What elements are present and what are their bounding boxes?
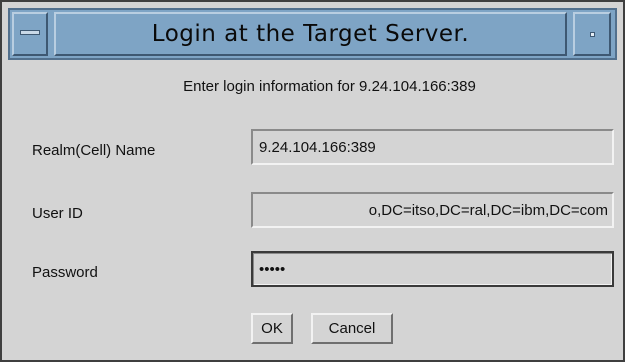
login-prompt: Enter login information for 9.24.104.166… bbox=[183, 78, 476, 95]
window-menu-icon bbox=[20, 30, 40, 35]
ok-button[interactable]: OK bbox=[251, 313, 293, 344]
window-menu-button[interactable] bbox=[12, 12, 48, 56]
login-dialog: Login at the Target Server. Enter login … bbox=[0, 0, 625, 362]
realm-input[interactable] bbox=[251, 129, 614, 165]
title-area[interactable]: Login at the Target Server. bbox=[54, 12, 567, 56]
realm-label: Realm(Cell) Name bbox=[32, 142, 156, 159]
minimize-button[interactable] bbox=[573, 12, 611, 56]
password-label: Password bbox=[32, 264, 98, 281]
title-bar[interactable]: Login at the Target Server. bbox=[8, 8, 617, 60]
minimize-icon bbox=[590, 32, 595, 37]
dialog-title: Login at the Target Server. bbox=[151, 21, 470, 47]
password-input[interactable] bbox=[251, 251, 614, 287]
user-id-input[interactable] bbox=[251, 192, 614, 228]
cancel-button[interactable]: Cancel bbox=[311, 313, 393, 344]
user-id-label: User ID bbox=[32, 205, 83, 222]
